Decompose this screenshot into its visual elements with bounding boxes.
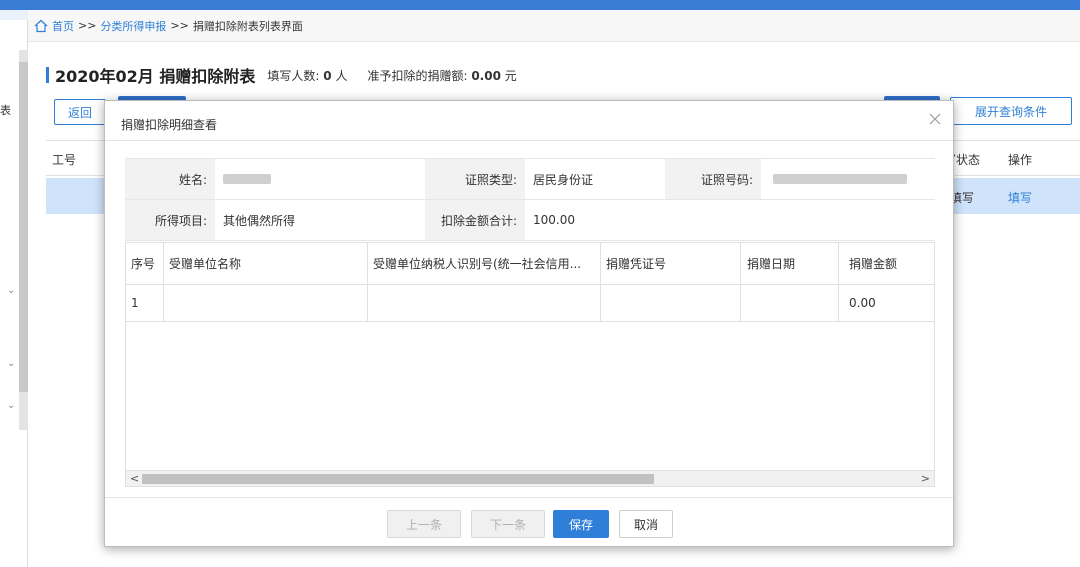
breadcrumb-separator: >> <box>78 19 97 32</box>
scrollbar-thumb[interactable] <box>142 474 654 484</box>
table-cell-recipient-name[interactable] <box>164 285 368 321</box>
income-item-value: 其他偶然所得 <box>223 213 296 228</box>
deduct-amount: 准予扣除的捐赠额: 0.00 元 <box>367 67 516 84</box>
name-label: 姓名: <box>125 159 215 199</box>
page-title: 2020年02月 捐赠扣除附表 <box>55 67 256 86</box>
column-header[interactable]: 受赠单位名称 <box>164 243 368 284</box>
close-icon[interactable] <box>927 111 943 127</box>
table-cell-date[interactable] <box>741 285 839 321</box>
table-cell-recipient-taxid[interactable] <box>368 285 601 321</box>
back-button[interactable]: 返回 <box>54 99 106 125</box>
column-header[interactable]: 捐赠金额 <box>839 243 934 284</box>
top-bar <box>0 0 1080 10</box>
id-number-label: 证照号码: <box>665 159 761 199</box>
home-icon[interactable] <box>34 19 48 33</box>
breadcrumb-section-link[interactable]: 分类所得申报 <box>100 18 166 34</box>
column-header[interactable]: 捐赠日期 <box>741 243 839 284</box>
sidebar-top-block <box>0 10 28 20</box>
taxpayer-info: 姓名: 证照类型: 居民身份证 证照号码: 所得项目: 其他偶然所得 扣除金额合… <box>125 158 935 241</box>
id-number-value <box>761 159 935 199</box>
column-header[interactable]: 受赠单位纳税人识别号(统一社会信用... <box>368 243 601 284</box>
filled-count-value: 0 <box>323 68 332 83</box>
save-button[interactable]: 保存 <box>553 510 609 538</box>
filled-count-unit: 人 <box>335 68 348 83</box>
table-cell-index: 1 <box>126 285 164 321</box>
income-item-label: 所得项目: <box>125 200 215 240</box>
grid-header: 序号 受赠单位名称 受赠单位纳税人识别号(统一社会信用... 捐赠凭证号 捐赠日… <box>126 243 934 285</box>
left-sidebar: 表 ⌄ ⌄ ⌄ <box>0 10 28 567</box>
table-row[interactable]: 1 0.00 <box>126 285 934 322</box>
dialog-title: 捐赠扣除明细查看 <box>121 118 218 132</box>
title-accent-bar <box>46 67 49 83</box>
horizontal-scrollbar[interactable]: < > <box>126 470 934 486</box>
chevron-down-icon[interactable]: ⌄ <box>7 285 15 296</box>
chevron-down-icon[interactable]: ⌄ <box>7 358 15 369</box>
dialog-header: 捐赠扣除明细查看 <box>105 101 953 141</box>
scroll-left-icon[interactable]: < <box>130 472 139 485</box>
breadcrumb-separator: >> <box>170 19 189 32</box>
table-cell-amount[interactable]: 0.00 <box>839 285 934 321</box>
info-row: 所得项目: 其他偶然所得 扣除金额合计: 100.00 <box>125 200 935 241</box>
deduct-amount-value: 0.00 <box>471 68 501 83</box>
donation-grid: 序号 受赠单位名称 受赠单位纳税人识别号(统一社会信用... 捐赠凭证号 捐赠日… <box>125 242 935 487</box>
column-header[interactable]: 操作 <box>1008 151 1032 168</box>
breadcrumb-current: 捐赠扣除附表列表界面 <box>192 19 303 33</box>
donation-detail-dialog: 捐赠扣除明细查看 姓名: 证照类型: 居民身份证 证照号码: 所得项目: 其他偶… <box>104 100 954 547</box>
scroll-right-icon[interactable]: > <box>921 472 930 485</box>
expand-query-button[interactable]: 展开查询条件 <box>950 97 1072 125</box>
deduct-amount-label: 准予扣除的捐赠额: <box>367 68 468 83</box>
column-header[interactable]: 捐赠凭证号 <box>601 243 741 284</box>
column-header[interactable]: 工号 <box>52 151 76 168</box>
dialog-footer: 上一条 下一条 保存 取消 <box>105 497 953 547</box>
deduct-total-label: 扣除金额合计: <box>425 200 525 240</box>
next-button[interactable]: 下一条 <box>471 510 545 538</box>
filled-count: 填写人数: 0 人 <box>267 67 347 84</box>
masked-name <box>223 174 271 184</box>
breadcrumb-home-link[interactable]: 首页 <box>52 18 74 34</box>
id-type-value: 居民身份证 <box>533 172 594 187</box>
page-title-row: 2020年02月 捐赠扣除附表 填写人数: 0 人 准予扣除的捐赠额: 0.00… <box>46 64 537 86</box>
filled-count-label: 填写人数: <box>267 68 320 83</box>
chevron-down-icon[interactable]: ⌄ <box>7 400 15 411</box>
name-value <box>215 159 425 199</box>
id-type-label: 证照类型: <box>425 159 525 199</box>
info-row: 姓名: 证照类型: 居民身份证 证照号码: <box>125 159 935 200</box>
sidebar-scrollbar-thumb[interactable] <box>19 62 28 392</box>
fill-link[interactable]: 填写 <box>1008 189 1032 206</box>
masked-id-number <box>773 174 907 184</box>
cancel-button[interactable]: 取消 <box>619 510 673 538</box>
sidebar-item-label[interactable]: 表 <box>0 102 11 118</box>
deduct-total-value: 100.00 <box>533 213 575 227</box>
breadcrumb: 首页 >> 分类所得申报 >> 捐赠扣除附表列表界面 <box>28 10 1080 42</box>
table-cell-voucher-no[interactable] <box>601 285 741 321</box>
column-header[interactable]: 序号 <box>126 243 164 284</box>
deduct-amount-unit: 元 <box>504 68 517 83</box>
prev-button[interactable]: 上一条 <box>387 510 461 538</box>
